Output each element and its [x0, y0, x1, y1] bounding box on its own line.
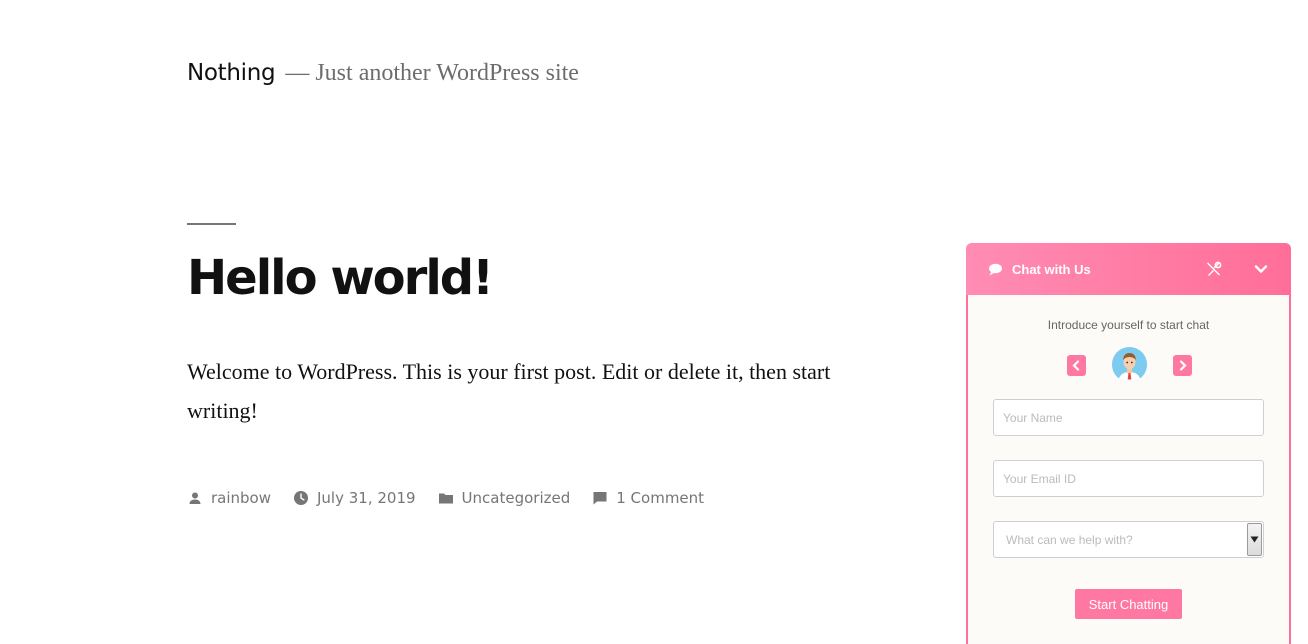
email-input-placeholder: Your Email ID [1003, 471, 1076, 486]
chevron-right-icon [1179, 360, 1187, 371]
clock-icon [294, 491, 308, 505]
comment-icon [593, 492, 607, 505]
select-arrow-button[interactable] [1247, 523, 1262, 556]
post-meta: rainbow July 31, 2019 Uncategorized 1 Co… [187, 489, 726, 507]
chat-title: Chat with Us [1012, 261, 1091, 277]
site-branding: Nothing — Just another WordPress site [187, 60, 579, 87]
next-agent-button[interactable] [1173, 355, 1192, 376]
name-input[interactable]: Your Name [993, 399, 1264, 436]
title-divider [187, 223, 236, 225]
chat-intro-text: Introduce yourself to start chat [1047, 318, 1210, 332]
post-title: Hello world! [187, 250, 494, 306]
category-link[interactable]: Uncategorized [462, 489, 571, 507]
agent-avatar [1112, 347, 1147, 382]
person-icon [189, 492, 201, 504]
tools-icon[interactable] [1205, 261, 1222, 278]
meta-category: Uncategorized [438, 489, 571, 507]
post-content: Welcome to WordPress. This is your first… [187, 359, 831, 423]
chat-header[interactable]: Chat with Us [966, 243, 1291, 295]
site-title-link[interactable]: Nothing [187, 60, 276, 86]
date-link[interactable]: July 31, 2019 [317, 489, 416, 507]
comments-link[interactable]: 1 Comment [616, 489, 704, 507]
chevron-down-icon[interactable] [1254, 262, 1268, 276]
site-description: — Just another WordPress site [285, 60, 579, 86]
agent-avatar-icon [1112, 347, 1147, 382]
author-link[interactable]: rainbow [211, 489, 271, 507]
meta-comments: 1 Comment [592, 489, 704, 507]
topic-select[interactable]: What can we help with? [993, 521, 1264, 558]
folder-icon [438, 493, 453, 504]
meta-author: rainbow [187, 489, 271, 507]
previous-agent-button[interactable] [1067, 355, 1086, 376]
triangle-down-icon [1250, 536, 1259, 543]
chevron-left-icon [1072, 360, 1080, 371]
topic-select-value: What can we help with? [1006, 532, 1133, 547]
start-chatting-button[interactable]: Start Chatting [1075, 589, 1182, 619]
chat-widget: Chat with Us Introduce yourself to start… [966, 243, 1291, 644]
email-input[interactable]: Your Email ID [993, 460, 1264, 497]
meta-date: July 31, 2019 [293, 489, 416, 507]
name-input-placeholder: Your Name [1003, 410, 1063, 425]
chat-bubble-icon [989, 263, 1002, 275]
